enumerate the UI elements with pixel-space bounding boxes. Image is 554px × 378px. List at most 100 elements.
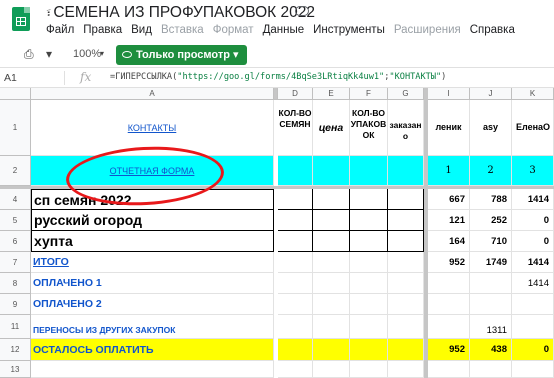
cell-g5[interactable] [388, 210, 424, 231]
cell-k7[interactable]: 1414 [512, 252, 554, 273]
contacts-link[interactable]: КОНТАКТЫ [128, 123, 177, 133]
cell-a9[interactable]: ОПЛАЧЕНО 2 [31, 294, 274, 315]
cell-d8[interactable] [278, 273, 313, 294]
cell-k13[interactable] [512, 361, 554, 378]
cell-j6[interactable]: 710 [470, 231, 512, 252]
cell-j1[interactable]: asy [470, 100, 512, 156]
cell-k2[interactable]: 3 [512, 156, 554, 186]
cell-j9[interactable] [470, 294, 512, 315]
cell-a13[interactable] [31, 361, 274, 378]
column-header-k[interactable]: K [512, 88, 554, 100]
cell-e1[interactable]: цена [313, 100, 350, 156]
cell-f11[interactable] [350, 315, 388, 339]
row-header-4[interactable]: 4 [0, 189, 31, 210]
select-all-corner[interactable] [0, 88, 31, 100]
total-link[interactable]: ИТОГО [33, 256, 69, 268]
cell-i6[interactable]: 164 [428, 231, 470, 252]
column-header-g[interactable]: G [388, 88, 424, 100]
menu-extensions[interactable]: Расширения [394, 24, 461, 36]
cell-d11[interactable] [278, 315, 313, 339]
cell-i4[interactable]: 667 [428, 189, 470, 210]
cell-e11[interactable] [313, 315, 350, 339]
column-header-j[interactable]: J [470, 88, 512, 100]
row-header-12[interactable]: 12 [0, 339, 31, 361]
cell-f2[interactable] [350, 156, 388, 186]
cell-i1[interactable]: леник [428, 100, 470, 156]
cell-k5[interactable]: 0 [512, 210, 554, 231]
cell-i11[interactable] [428, 315, 470, 339]
cell-e8[interactable] [313, 273, 350, 294]
cell-a7[interactable]: ИТОГО [31, 252, 274, 273]
view-only-button[interactable]: Только просмотр ▾ [116, 45, 247, 65]
cell-d1[interactable]: КОЛ-ВО СЕМЯН [278, 100, 313, 156]
cell-a2[interactable]: ОТЧЕТНАЯ ФОРМА [31, 156, 274, 186]
cell-a6[interactable]: хупта [31, 231, 274, 252]
cloud-status-icon[interactable] [295, 6, 309, 16]
cell-i5[interactable]: 121 [428, 210, 470, 231]
cell-g9[interactable] [388, 294, 424, 315]
cell-d5[interactable] [278, 210, 313, 231]
row-header-2[interactable]: 2 [0, 156, 31, 186]
cell-d4[interactable] [278, 189, 313, 210]
sheets-logo-icon[interactable] [12, 7, 30, 31]
row-header-13[interactable]: 13 [0, 361, 31, 378]
cell-j12[interactable]: 438 [470, 339, 512, 361]
cell-i2[interactable]: 1 [428, 156, 470, 186]
cell-j11[interactable]: 1311 [470, 315, 512, 339]
cell-d9[interactable] [278, 294, 313, 315]
cell-k9[interactable] [512, 294, 554, 315]
cell-f13[interactable] [350, 361, 388, 378]
row-header-7[interactable]: 7 [0, 252, 31, 273]
zoom-chevron-down-icon[interactable]: ▾ [100, 49, 104, 58]
cell-a12[interactable]: ОСТАЛОСЬ ОПЛАТИТЬ [31, 339, 274, 361]
cell-d12[interactable] [278, 339, 313, 361]
cell-a4[interactable]: сп семян 2022 [31, 189, 274, 210]
cell-d13[interactable] [278, 361, 313, 378]
cell-i8[interactable] [428, 273, 470, 294]
cell-k1[interactable]: ЕленаО [512, 100, 554, 156]
cell-i13[interactable] [428, 361, 470, 378]
menu-tools[interactable]: Инструменты [313, 24, 385, 36]
menu-insert[interactable]: Вставка [161, 24, 204, 36]
cell-i9[interactable] [428, 294, 470, 315]
cell-i12[interactable]: 952 [428, 339, 470, 361]
zoom-select[interactable]: 100% [73, 48, 101, 60]
cell-k6[interactable]: 0 [512, 231, 554, 252]
cell-j7[interactable]: 1749 [470, 252, 512, 273]
cell-k11[interactable] [512, 315, 554, 339]
row-header-5[interactable]: 5 [0, 210, 31, 231]
column-header-a[interactable]: A [31, 88, 274, 100]
paint-format-icon[interactable]: ▾ [46, 47, 52, 61]
cell-a8[interactable]: ОПЛАЧЕНО 1 [31, 273, 274, 294]
cell-e4[interactable] [313, 189, 350, 210]
cell-g2[interactable] [388, 156, 424, 186]
cell-f1[interactable]: КОЛ-ВО УПАКОВОК [350, 100, 388, 156]
cell-e7[interactable] [313, 252, 350, 273]
cell-e5[interactable] [313, 210, 350, 231]
cell-f5[interactable] [350, 210, 388, 231]
cell-g4[interactable] [388, 189, 424, 210]
cell-f7[interactable] [350, 252, 388, 273]
menu-data[interactable]: Данные [263, 24, 305, 36]
row-header-9[interactable]: 9 [0, 294, 31, 315]
cell-d6[interactable] [278, 231, 313, 252]
cell-g8[interactable] [388, 273, 424, 294]
cell-j4[interactable]: 788 [470, 189, 512, 210]
print-icon[interactable]: ⎙ [24, 47, 34, 62]
cell-a1[interactable]: КОНТАКТЫ [31, 100, 274, 156]
column-header-i[interactable]: I [428, 88, 470, 100]
cell-e6[interactable] [313, 231, 350, 252]
cell-j8[interactable] [470, 273, 512, 294]
cell-g12[interactable] [388, 339, 424, 361]
cell-g1[interactable]: заказано [388, 100, 424, 156]
column-header-d[interactable]: D [278, 88, 313, 100]
row-header-1[interactable]: 1 [0, 100, 31, 156]
cell-e13[interactable] [313, 361, 350, 378]
cell-f12[interactable] [350, 339, 388, 361]
menu-format[interactable]: Формат [213, 24, 254, 36]
cell-i7[interactable]: 952 [428, 252, 470, 273]
cell-d2[interactable] [278, 156, 313, 186]
cell-k4[interactable]: 1414 [512, 189, 554, 210]
cell-g6[interactable] [388, 231, 424, 252]
cell-j13[interactable] [470, 361, 512, 378]
